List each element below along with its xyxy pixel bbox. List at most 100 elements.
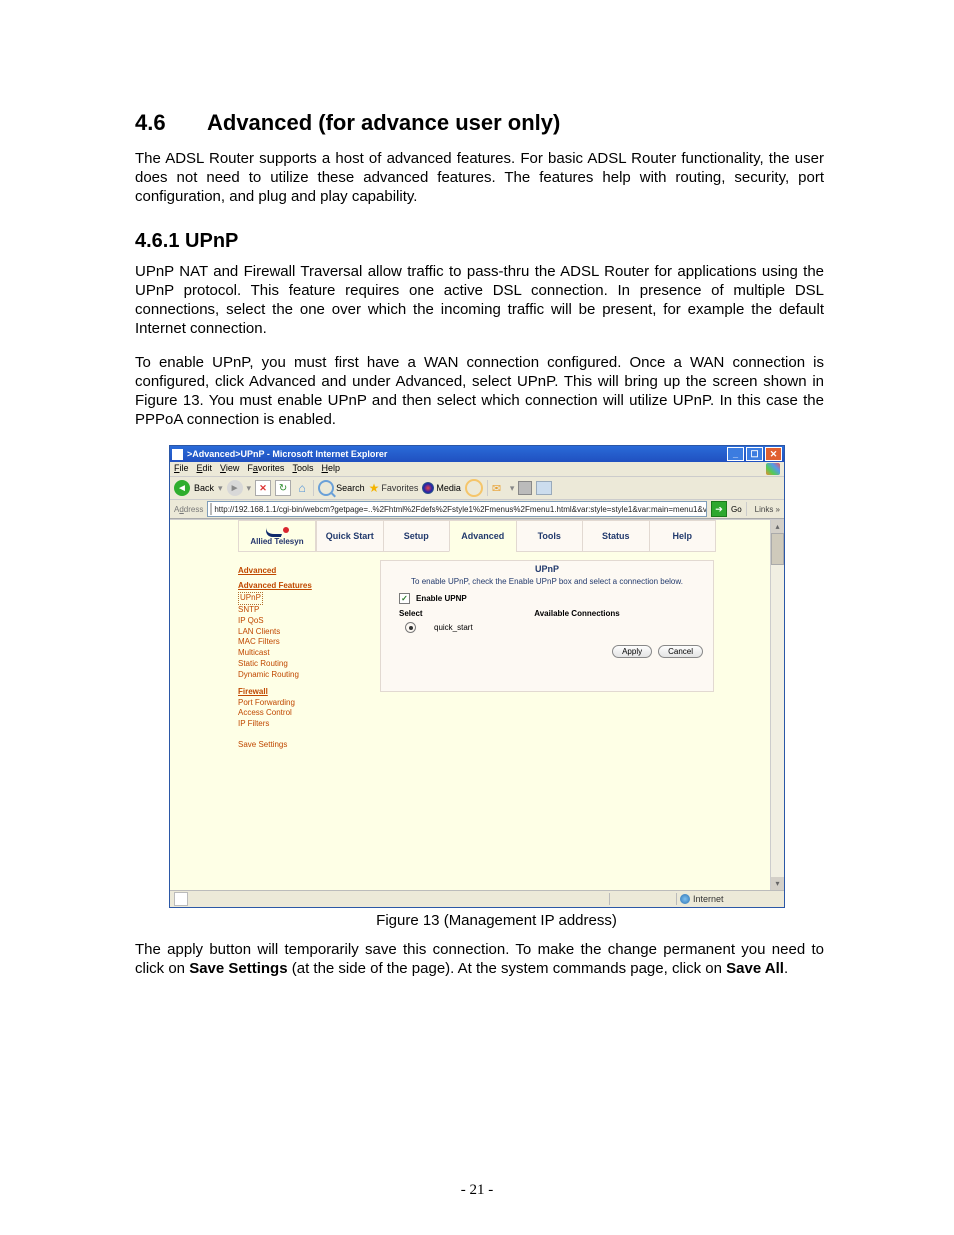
sidebar-header-firewall: Firewall xyxy=(238,687,338,696)
sidebar-item-upnp[interactable]: UPnP xyxy=(238,592,263,605)
sidebar-item-ipqos[interactable]: IP QoS xyxy=(238,616,338,627)
panel-subtitle: To enable UPnP, check the Enable UPnP bo… xyxy=(381,576,713,590)
apply-button[interactable]: Apply xyxy=(612,645,652,658)
menu-file[interactable]: File xyxy=(174,463,189,475)
back-label: Back xyxy=(194,483,214,493)
scroll-up-icon[interactable]: ▴ xyxy=(771,520,784,533)
search-button[interactable]: Search xyxy=(318,480,365,496)
sidebar-item-sntp[interactable]: SNTP xyxy=(238,605,338,616)
enable-upnp-checkbox[interactable]: ✓ xyxy=(399,593,410,604)
scroll-thumb[interactable] xyxy=(771,533,784,565)
figure-caption: Figure 13 (Management IP address) xyxy=(169,912,824,929)
section-intro-paragraph: The ADSL Router supports a host of advan… xyxy=(135,150,824,206)
ie-viewport: Allied Telesyn Quick Start Setup Advance… xyxy=(170,519,784,890)
favorites-button[interactable]: ★Favorites xyxy=(369,481,419,495)
ie-window-title: >Advanced>UPnP - Microsoft Internet Expl… xyxy=(187,449,725,459)
sidebar-item-port-forwarding[interactable]: Port Forwarding xyxy=(238,698,338,709)
sidebar-item-ip-filters[interactable]: IP Filters xyxy=(238,719,338,730)
stop-button[interactable]: ✕ xyxy=(255,480,271,496)
tab-tools[interactable]: Tools xyxy=(516,521,583,552)
sidebar-item-static-routing[interactable]: Static Routing xyxy=(238,659,338,670)
tab-setup[interactable]: Setup xyxy=(383,521,450,552)
home-button[interactable]: ⌂ xyxy=(295,481,309,495)
edit-button[interactable] xyxy=(536,481,552,495)
zone-label: Internet xyxy=(693,894,724,904)
sidebar: Advanced Advanced Features UPnP SNTP IP … xyxy=(238,560,338,751)
menu-view[interactable]: View xyxy=(220,463,239,475)
links-label[interactable]: Links » xyxy=(755,505,780,514)
tab-advanced[interactable]: Advanced xyxy=(449,521,516,552)
panel-title: UPnP xyxy=(381,561,713,576)
upnp-paragraph-1: UPnP NAT and Firewall Traversal allow tr… xyxy=(135,263,824,338)
sidebar-item-lan-clients[interactable]: LAN Clients xyxy=(238,627,338,638)
brand-logo: Allied Telesyn xyxy=(238,520,316,552)
connection-radio[interactable] xyxy=(405,622,416,633)
brand-name: Allied Telesyn xyxy=(250,537,303,546)
url-text: http://192.168.1.1/cgi-bin/webcm?getpage… xyxy=(214,505,707,514)
upnp-panel: UPnP To enable UPnP, check the Enable UP… xyxy=(380,560,714,692)
router-header: Allied Telesyn Quick Start Setup Advance… xyxy=(238,520,716,552)
address-label: Address xyxy=(174,505,203,514)
ie-window: >Advanced>UPnP - Microsoft Internet Expl… xyxy=(169,445,785,908)
media-button[interactable]: Media xyxy=(422,482,461,494)
status-page-icon xyxy=(174,892,188,906)
window-close-button[interactable]: ✕ xyxy=(765,447,782,461)
connection-name: quick_start xyxy=(434,623,473,632)
windows-flag-icon xyxy=(766,463,780,475)
forward-button[interactable]: ► xyxy=(227,480,243,496)
window-minimize-button[interactable]: _ xyxy=(727,447,744,461)
column-select: Select xyxy=(399,609,459,618)
tab-help[interactable]: Help xyxy=(649,521,716,552)
sidebar-item-access-control[interactable]: Access Control xyxy=(238,708,338,719)
search-icon xyxy=(318,480,334,496)
ie-page-icon xyxy=(172,449,183,460)
ie-address-bar: Address http://192.168.1.1/cgi-bin/webcm… xyxy=(170,500,784,519)
subsection-heading: 4.6.1 UPnP xyxy=(135,230,824,253)
go-label: Go xyxy=(731,505,742,514)
allied-swoosh-icon xyxy=(265,527,289,537)
column-connections: Available Connections xyxy=(459,609,695,618)
star-icon: ★ xyxy=(369,481,380,495)
sidebar-header-advanced: Advanced xyxy=(238,566,338,575)
tab-row: Quick Start Setup Advanced Tools Status … xyxy=(316,520,716,552)
section-title: Advanced (for advance user only) xyxy=(207,110,560,135)
menu-favorites[interactable]: Favorites xyxy=(247,463,284,475)
cancel-button[interactable]: Cancel xyxy=(658,645,703,658)
section-number: 4.6 xyxy=(135,110,207,136)
go-button[interactable]: ➔ xyxy=(711,501,727,517)
history-button[interactable] xyxy=(465,479,483,497)
page-number: - 21 - xyxy=(0,1182,954,1199)
menu-edit[interactable]: Edit xyxy=(197,463,213,475)
internet-zone-icon xyxy=(680,894,690,904)
ie-titlebar: >Advanced>UPnP - Microsoft Internet Expl… xyxy=(170,446,784,462)
figure-13: >Advanced>UPnP - Microsoft Internet Expl… xyxy=(169,445,824,929)
upnp-paragraph-2: To enable UPnP, you must first have a WA… xyxy=(135,354,824,429)
sidebar-item-dynamic-routing[interactable]: Dynamic Routing xyxy=(238,670,338,681)
ie-toolbar: ◄ Back ▾ ► ▾ ✕ ↻ ⌂ Search ★Favorites Med… xyxy=(170,477,784,500)
address-input[interactable]: http://192.168.1.1/cgi-bin/webcm?getpage… xyxy=(207,501,707,517)
vertical-scrollbar[interactable]: ▴ ▾ xyxy=(770,520,784,890)
menu-help[interactable]: Help xyxy=(321,463,340,475)
sidebar-item-save-settings[interactable]: Save Settings xyxy=(238,740,338,751)
section-heading: 4.6Advanced (for advance user only) xyxy=(135,110,824,136)
window-maximize-button[interactable]: ☐ xyxy=(746,447,763,461)
menu-tools[interactable]: Tools xyxy=(292,463,313,475)
status-zone: Internet xyxy=(680,894,780,904)
sidebar-item-multicast[interactable]: Multicast xyxy=(238,648,338,659)
page-icon xyxy=(210,503,212,515)
media-icon xyxy=(422,482,434,494)
ie-menubar: File Edit View Favorites Tools Help xyxy=(170,462,784,477)
sidebar-item-mac-filters[interactable]: MAC Filters xyxy=(238,637,338,648)
closing-paragraph: The apply button will temporarily save t… xyxy=(135,941,824,979)
ie-statusbar: Internet xyxy=(170,890,784,907)
tab-quick-start[interactable]: Quick Start xyxy=(316,521,383,552)
enable-upnp-label: Enable UPNP xyxy=(416,594,467,603)
mail-button[interactable]: ✉ xyxy=(492,482,506,494)
print-button[interactable] xyxy=(518,481,532,495)
tab-status[interactable]: Status xyxy=(582,521,649,552)
sidebar-header-advanced-features: Advanced Features xyxy=(238,581,338,590)
back-button[interactable]: ◄ xyxy=(174,480,190,496)
scroll-down-icon[interactable]: ▾ xyxy=(771,877,784,890)
router-page: Allied Telesyn Quick Start Setup Advance… xyxy=(170,520,770,890)
refresh-button[interactable]: ↻ xyxy=(275,480,291,496)
